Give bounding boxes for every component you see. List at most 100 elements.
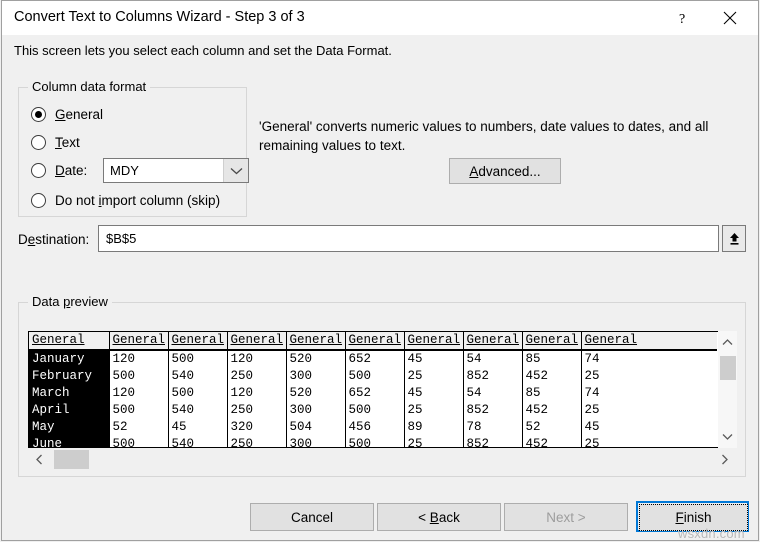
scroll-left-glyph bbox=[36, 454, 43, 465]
cancel-button-label: Cancel bbox=[291, 510, 333, 525]
cell-5-1: 500 bbox=[109, 436, 168, 448]
column-header-2[interactable]: General bbox=[168, 332, 227, 350]
collapse-dialog-up-arrow-icon[interactable] bbox=[722, 225, 746, 252]
cell-5-4: 300 bbox=[286, 436, 345, 448]
cell-3-7: 852 bbox=[463, 402, 522, 419]
up-arrow-glyph bbox=[728, 231, 741, 246]
cell-1-9: 25 bbox=[581, 368, 717, 385]
cell-1-2: 540 bbox=[168, 368, 227, 385]
advanced-button-label: Advanced... bbox=[469, 164, 540, 179]
close-x-glyph bbox=[723, 11, 737, 25]
scroll-down-glyph bbox=[722, 433, 733, 440]
format-description: 'General' converts numeric values to num… bbox=[259, 117, 727, 155]
close-icon[interactable] bbox=[708, 1, 752, 35]
destination-label: Destination: bbox=[18, 232, 89, 247]
scroll-left-arrow-icon[interactable] bbox=[30, 450, 49, 469]
cell-1-6: 25 bbox=[404, 368, 463, 385]
preview-horizontal-scrollbar[interactable] bbox=[28, 448, 718, 470]
radio-text[interactable]: Text bbox=[31, 132, 80, 152]
cell-1-4: 300 bbox=[286, 368, 345, 385]
cell-4-3: 320 bbox=[227, 419, 286, 436]
column-header-7[interactable]: General bbox=[463, 332, 522, 350]
cell-4-1: 52 bbox=[109, 419, 168, 436]
cell-1-1: 500 bbox=[109, 368, 168, 385]
header-row: General General General General General … bbox=[29, 332, 717, 350]
cell-0-5: 652 bbox=[345, 350, 404, 368]
table-row: April 500 540 250 300 500 25 852 452 25 bbox=[29, 402, 717, 419]
cell-5-0: June bbox=[29, 436, 109, 448]
table-body: January 120 500 120 520 652 45 54 85 74 bbox=[29, 350, 717, 448]
column-header-4[interactable]: General bbox=[286, 332, 345, 350]
title-bar: Convert Text to Columns Wizard - Step 3 … bbox=[2, 1, 758, 35]
cell-2-7: 54 bbox=[463, 385, 522, 402]
date-format-combobox[interactable]: MDY bbox=[103, 158, 249, 183]
cell-4-2: 45 bbox=[168, 419, 227, 436]
cell-0-4: 520 bbox=[286, 350, 345, 368]
radio-text-indicator bbox=[31, 135, 46, 150]
cell-5-2: 540 bbox=[168, 436, 227, 448]
advanced-button[interactable]: Advanced... bbox=[449, 158, 561, 184]
scroll-right-arrow-icon[interactable] bbox=[715, 450, 734, 469]
cell-5-9: 25 bbox=[581, 436, 717, 448]
column-header-8[interactable]: General bbox=[522, 332, 581, 350]
column-header-3[interactable]: General bbox=[227, 332, 286, 350]
data-preview-grid-viewport: General General General General General … bbox=[28, 331, 718, 448]
preview-vertical-scrollbar[interactable] bbox=[718, 331, 737, 448]
column-header-6[interactable]: General bbox=[404, 332, 463, 350]
vertical-scroll-thumb[interactable] bbox=[720, 356, 736, 380]
cell-2-4: 520 bbox=[286, 385, 345, 402]
cell-2-3: 120 bbox=[227, 385, 286, 402]
cell-4-5: 456 bbox=[345, 419, 404, 436]
cell-4-0: May bbox=[29, 419, 109, 436]
date-format-value: MDY bbox=[104, 159, 223, 182]
cell-2-5: 652 bbox=[345, 385, 404, 402]
radio-skip-column[interactable]: Do not import column (skip) bbox=[31, 190, 220, 210]
destination-input[interactable]: $B$5 bbox=[98, 225, 719, 252]
cell-3-1: 500 bbox=[109, 402, 168, 419]
column-header-0[interactable]: General bbox=[29, 332, 109, 350]
cancel-button[interactable]: Cancel bbox=[250, 503, 374, 531]
intro-text: This screen lets you select each column … bbox=[14, 43, 392, 58]
cell-5-5: 500 bbox=[345, 436, 404, 448]
cell-4-6: 89 bbox=[404, 419, 463, 436]
cell-0-0: January bbox=[29, 350, 109, 368]
cell-2-9: 74 bbox=[581, 385, 717, 402]
scroll-right-glyph bbox=[721, 454, 728, 465]
table-row: March 120 500 120 520 652 45 54 85 74 bbox=[29, 385, 717, 402]
radio-date[interactable]: Date: bbox=[31, 160, 87, 180]
cell-3-3: 250 bbox=[227, 402, 286, 419]
cell-2-8: 85 bbox=[522, 385, 581, 402]
cell-4-4: 504 bbox=[286, 419, 345, 436]
cell-2-0: March bbox=[29, 385, 109, 402]
cell-3-5: 500 bbox=[345, 402, 404, 419]
svg-text:?: ? bbox=[679, 12, 685, 26]
radio-skip-indicator bbox=[31, 193, 46, 208]
chevron-down-glyph bbox=[230, 167, 243, 175]
data-preview-legend: Data preview bbox=[28, 294, 112, 309]
finish-button-label: Finish bbox=[675, 510, 711, 525]
column-header-1[interactable]: General bbox=[109, 332, 168, 350]
column-header-5[interactable]: General bbox=[345, 332, 404, 350]
cell-2-6: 45 bbox=[404, 385, 463, 402]
window-title: Convert Text to Columns Wizard - Step 3 … bbox=[14, 9, 305, 25]
screenshot-root: Convert Text to Columns Wizard - Step 3 … bbox=[0, 0, 760, 542]
cell-2-2: 500 bbox=[168, 385, 227, 402]
column-header-9[interactable]: General bbox=[581, 332, 717, 350]
cell-5-3: 250 bbox=[227, 436, 286, 448]
cell-1-3: 250 bbox=[227, 368, 286, 385]
back-button-label: < Back bbox=[418, 510, 460, 525]
cell-5-7: 852 bbox=[463, 436, 522, 448]
horizontal-scroll-thumb[interactable] bbox=[54, 450, 89, 469]
cell-3-8: 452 bbox=[522, 402, 581, 419]
scroll-down-arrow-icon[interactable] bbox=[718, 427, 737, 446]
watermark: wsxdn.com bbox=[678, 526, 745, 541]
table-row: February 500 540 250 300 500 25 852 452 … bbox=[29, 368, 717, 385]
scroll-up-arrow-icon[interactable] bbox=[718, 333, 737, 352]
cell-4-8: 52 bbox=[522, 419, 581, 436]
chevron-down-icon[interactable] bbox=[223, 159, 248, 182]
back-button[interactable]: < Back bbox=[377, 503, 501, 531]
radio-general[interactable]: GGeneraleneral bbox=[31, 104, 103, 124]
data-preview-table[interactable]: General General General General General … bbox=[29, 332, 717, 448]
cell-1-5: 500 bbox=[345, 368, 404, 385]
help-question-icon[interactable]: ? bbox=[662, 1, 706, 35]
